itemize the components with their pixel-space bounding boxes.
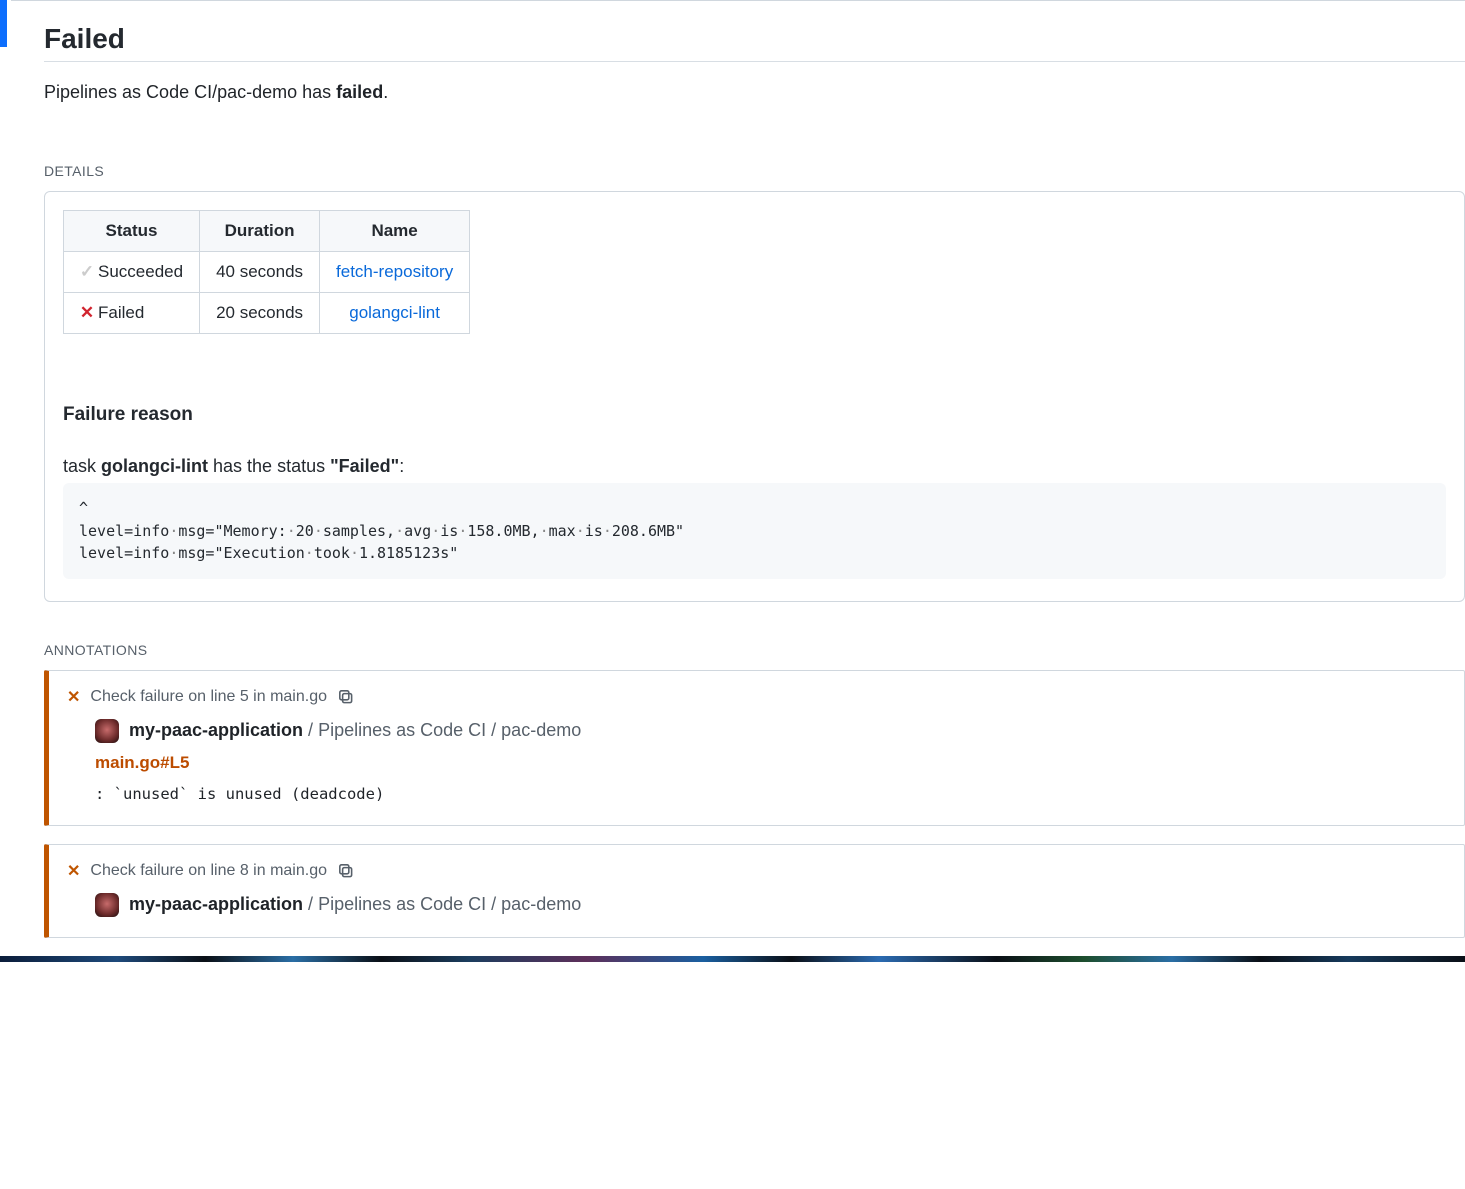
app-avatar-icon bbox=[95, 893, 119, 917]
intro-status: failed bbox=[336, 82, 383, 102]
details-label: DETAILS bbox=[44, 163, 1465, 179]
annotation-head-text: Check failure on line 8 in main.go bbox=[90, 862, 327, 880]
failure-log: ^ level=info·msg="Memory:·20·samples,·av… bbox=[63, 483, 1446, 579]
task-link[interactable]: golangci-lint bbox=[349, 303, 440, 322]
main-container: Failed Pipelines as Code CI/pac-demo has… bbox=[0, 23, 1465, 938]
top-divider bbox=[11, 0, 1465, 1]
intro-prefix: Pipelines as Code CI/pac-demo has bbox=[44, 82, 336, 102]
app-path-end: pac-demo bbox=[501, 720, 581, 740]
annotations-label: ANNOTATIONS bbox=[44, 642, 1465, 658]
duration-cell: 40 seconds bbox=[200, 252, 320, 293]
copy-icon[interactable] bbox=[337, 688, 355, 706]
status-text: Succeeded bbox=[98, 262, 183, 281]
app-path-sep: / bbox=[303, 720, 318, 740]
task-status: "Failed" bbox=[330, 456, 399, 476]
details-card: Status Duration Name ✓Succeeded 40 secon… bbox=[44, 191, 1465, 602]
duration-cell: 20 seconds bbox=[200, 293, 320, 334]
page-title: Failed bbox=[44, 23, 1465, 62]
table-row: ✓Succeeded 40 seconds fetch-repository bbox=[64, 252, 470, 293]
app-path-sep: / bbox=[486, 894, 501, 914]
bottom-strip bbox=[0, 956, 1465, 962]
annotation-item: ✕ Check failure on line 8 in main.go my-… bbox=[44, 844, 1465, 938]
task-name: golangci-lint bbox=[101, 456, 208, 476]
x-icon: ✕ bbox=[78, 303, 96, 323]
annotation-head-text: Check failure on line 5 in main.go bbox=[90, 688, 327, 706]
app-avatar-icon bbox=[95, 719, 119, 743]
copy-icon[interactable] bbox=[337, 862, 355, 880]
annotation-file-link[interactable]: main.go#L5 bbox=[95, 753, 1446, 773]
col-name: Name bbox=[320, 211, 470, 252]
annotation-header: ✕ Check failure on line 5 in main.go bbox=[67, 687, 1446, 707]
failure-task-line: task golangci-lint has the status "Faile… bbox=[63, 456, 1446, 477]
app-path-sep: / bbox=[303, 894, 318, 914]
app-name[interactable]: my-paac-application bbox=[129, 894, 303, 914]
app-path-end: pac-demo bbox=[501, 894, 581, 914]
annotation-app-row: my-paac-application / Pipelines as Code … bbox=[95, 719, 1446, 743]
task-suffix: : bbox=[399, 456, 404, 476]
status-text: Failed bbox=[98, 303, 144, 322]
failure-x-icon: ✕ bbox=[67, 861, 80, 881]
task-prefix: task bbox=[63, 456, 101, 476]
app-path-sep: / bbox=[486, 720, 501, 740]
intro-suffix: . bbox=[383, 82, 388, 102]
details-table: Status Duration Name ✓Succeeded 40 secon… bbox=[63, 210, 470, 334]
task-link[interactable]: fetch-repository bbox=[336, 262, 453, 281]
check-icon: ✓ bbox=[78, 262, 96, 282]
annotation-item: ✕ Check failure on line 5 in main.go my-… bbox=[44, 670, 1465, 826]
annotation-header: ✕ Check failure on line 8 in main.go bbox=[67, 861, 1446, 881]
failure-heading: Failure reason bbox=[63, 404, 1446, 426]
col-duration: Duration bbox=[200, 211, 320, 252]
annotation-app-row: my-paac-application / Pipelines as Code … bbox=[95, 893, 1446, 917]
task-mid: has the status bbox=[208, 456, 330, 476]
col-status: Status bbox=[64, 211, 200, 252]
table-row: ✕Failed 20 seconds golangci-lint bbox=[64, 293, 470, 334]
app-path-mid: Pipelines as Code CI bbox=[318, 894, 486, 914]
annotation-message: : `unused` is unused (deadcode) bbox=[95, 785, 1446, 803]
app-path-mid: Pipelines as Code CI bbox=[318, 720, 486, 740]
failure-x-icon: ✕ bbox=[67, 687, 80, 707]
intro-text: Pipelines as Code CI/pac-demo has failed… bbox=[44, 82, 1465, 103]
app-name[interactable]: my-paac-application bbox=[129, 720, 303, 740]
